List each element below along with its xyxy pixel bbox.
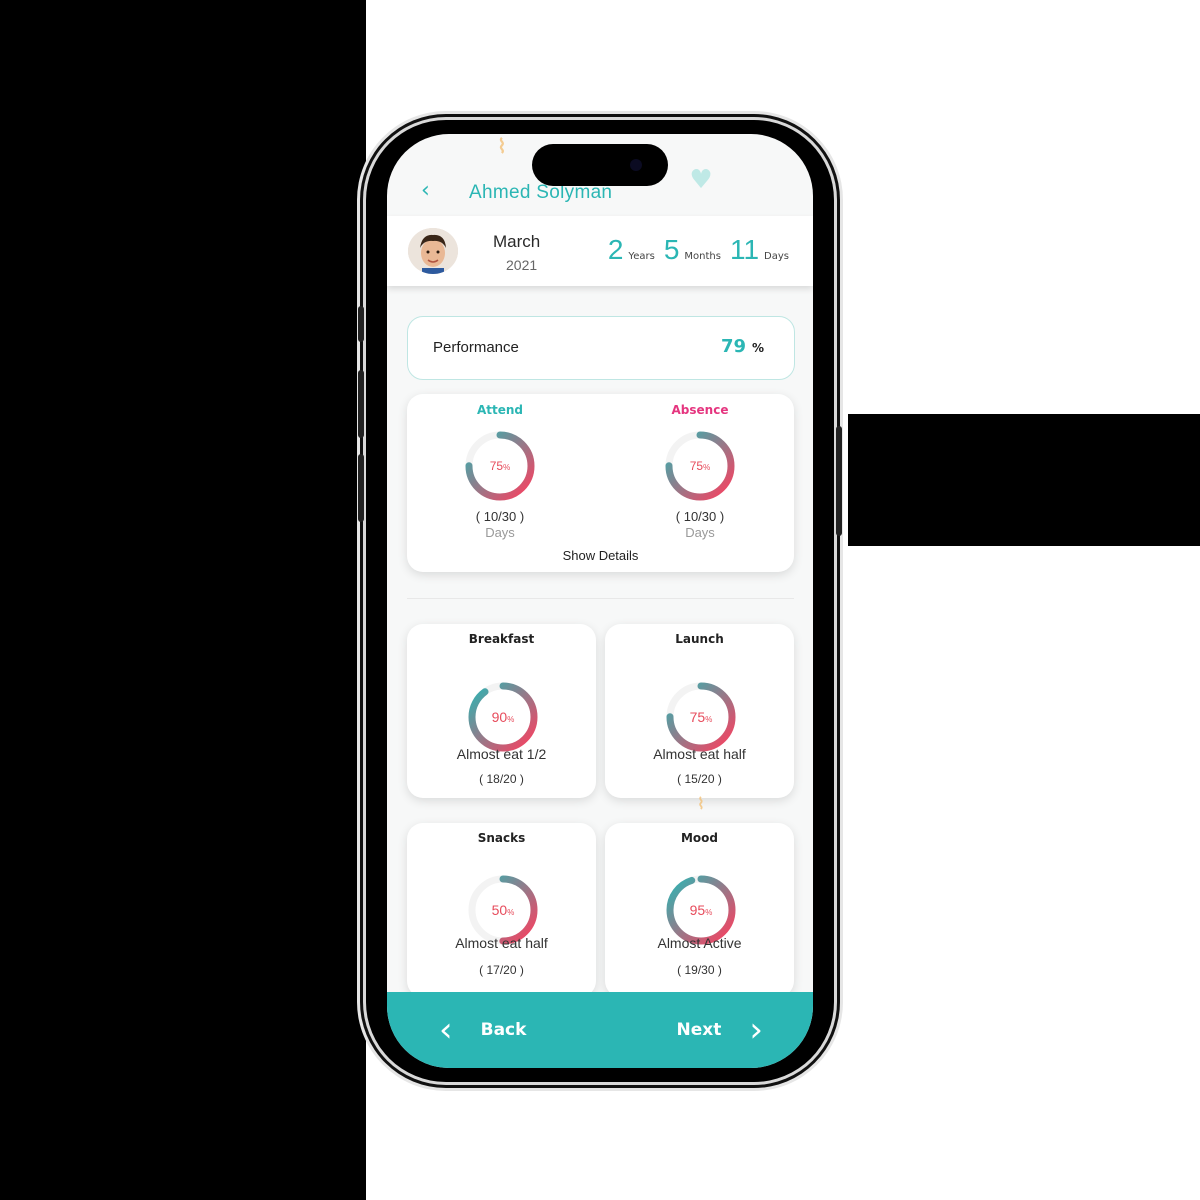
phone-screen: ⌇ ♥ ‹ Ahmed Solyman March 2021 2 Years 5… xyxy=(387,134,813,1068)
attendance-card: Attend 75% ( 10/30 ) Days Absence 75% ( … xyxy=(407,394,794,572)
phone-power-button xyxy=(836,426,842,536)
attend-title: Attend xyxy=(476,403,524,417)
percent-sign: % xyxy=(705,908,713,917)
performance-unit: % xyxy=(751,341,764,355)
performance-card: Performance 79 % xyxy=(407,316,795,380)
zigzag-decoration: ⌇ xyxy=(697,794,705,813)
chevron-left-icon: ‹ xyxy=(439,1010,453,1050)
show-details-link[interactable]: Show Details xyxy=(407,548,794,563)
phone-volume-up-button xyxy=(358,370,364,438)
phone-frame: ⌇ ♥ ‹ Ahmed Solyman March 2021 2 Years 5… xyxy=(358,120,842,1082)
age-months-value: 5 xyxy=(663,234,680,265)
absence-progress-ring: 75% xyxy=(663,429,737,503)
attend-fraction: ( 10/30 ) xyxy=(475,509,525,524)
meal-title: Launch xyxy=(675,632,724,646)
phone-side-button xyxy=(358,306,364,342)
breakfast-progress-ring: 90% xyxy=(466,680,540,754)
attend-percent-value: 75 xyxy=(489,459,504,473)
breakfast-percent-value: 90 xyxy=(491,709,508,725)
next-button-label: Next xyxy=(676,1020,722,1040)
meal-title: Breakfast xyxy=(468,632,535,646)
section-divider xyxy=(407,598,794,599)
meal-title: Mood xyxy=(680,831,719,845)
absence-percent-value: 75 xyxy=(689,459,704,473)
back-button-label: Back xyxy=(480,1020,527,1040)
meal-fraction: ( 18/20 ) xyxy=(479,772,524,786)
age-days-value: 11 xyxy=(729,234,760,265)
meal-title: Snacks xyxy=(477,831,526,845)
phone-volume-down-button xyxy=(358,454,364,522)
back-button[interactable]: ‹ Back xyxy=(439,1012,526,1048)
percent-sign: % xyxy=(705,715,713,724)
age-months-unit: Months xyxy=(684,251,721,262)
meal-fraction: ( 19/30 ) xyxy=(677,963,722,977)
attend-progress-ring: 75% xyxy=(463,429,537,503)
age-days-unit: Days xyxy=(764,251,789,262)
percent-sign: % xyxy=(507,908,515,917)
meal-card-snacks[interactable]: Snacks 50% Almost eat half ( 17/20 ) xyxy=(407,823,596,997)
performance-label: Performance xyxy=(433,339,519,356)
absence-unit: Days xyxy=(685,525,715,540)
absence-column: Absence 75% ( 10/30 ) Days xyxy=(625,394,775,540)
meal-fraction: ( 17/20 ) xyxy=(479,963,524,977)
chevron-right-icon: › xyxy=(749,1010,763,1050)
background-block-right xyxy=(848,414,1200,546)
performance-value: 79 xyxy=(720,336,746,357)
mood-percent-value: 95 xyxy=(689,902,706,918)
percent-sign: % xyxy=(503,463,511,472)
meal-card-mood[interactable]: Mood 95% Almost Active ( 19/30 ) xyxy=(605,823,794,997)
next-button[interactable]: Next › xyxy=(677,1012,763,1048)
meal-fraction: ( 15/20 ) xyxy=(677,772,722,786)
absence-title: Absence xyxy=(671,403,729,417)
bottom-navigation-bar: ‹ Back Next › xyxy=(387,992,813,1068)
child-info-bar: March 2021 2 Years 5 Months 11 Days xyxy=(387,216,813,286)
camera-icon xyxy=(630,159,642,171)
meal-status: Almost Active xyxy=(657,935,742,951)
meal-card-breakfast[interactable]: Breakfast 90% Almost eat 1/2 ( 18/20 ) xyxy=(407,624,596,798)
report-year: 2021 xyxy=(506,257,538,273)
snacks-percent-value: 50 xyxy=(491,902,508,918)
meal-status: Almost eat half xyxy=(455,935,548,951)
avatar[interactable] xyxy=(408,228,458,274)
meal-status: Almost eat 1/2 xyxy=(456,746,547,762)
launch-progress-ring: 75% xyxy=(664,680,738,754)
zigzag-decoration: ⌇ xyxy=(497,134,507,158)
percent-sign: % xyxy=(507,715,515,724)
chevron-left-icon[interactable]: ‹ xyxy=(421,178,441,203)
launch-percent-value: 75 xyxy=(689,709,706,725)
child-age: 2 Years 5 Months 11 Days xyxy=(608,234,793,266)
avatar-face-icon xyxy=(408,228,458,274)
attend-unit: Days xyxy=(485,525,515,540)
age-years-unit: Years xyxy=(628,251,655,262)
report-month: March xyxy=(493,232,541,251)
dynamic-island xyxy=(532,144,668,186)
meal-card-launch[interactable]: Launch 75% Almost eat half ( 15/20 ) xyxy=(605,624,794,798)
age-years-value: 2 xyxy=(607,234,624,265)
background-block-left xyxy=(0,0,366,1200)
meal-status: Almost eat half xyxy=(653,746,746,762)
absence-fraction: ( 10/30 ) xyxy=(675,509,725,524)
attend-column: Attend 75% ( 10/30 ) Days xyxy=(425,394,575,540)
percent-sign: % xyxy=(703,463,711,472)
